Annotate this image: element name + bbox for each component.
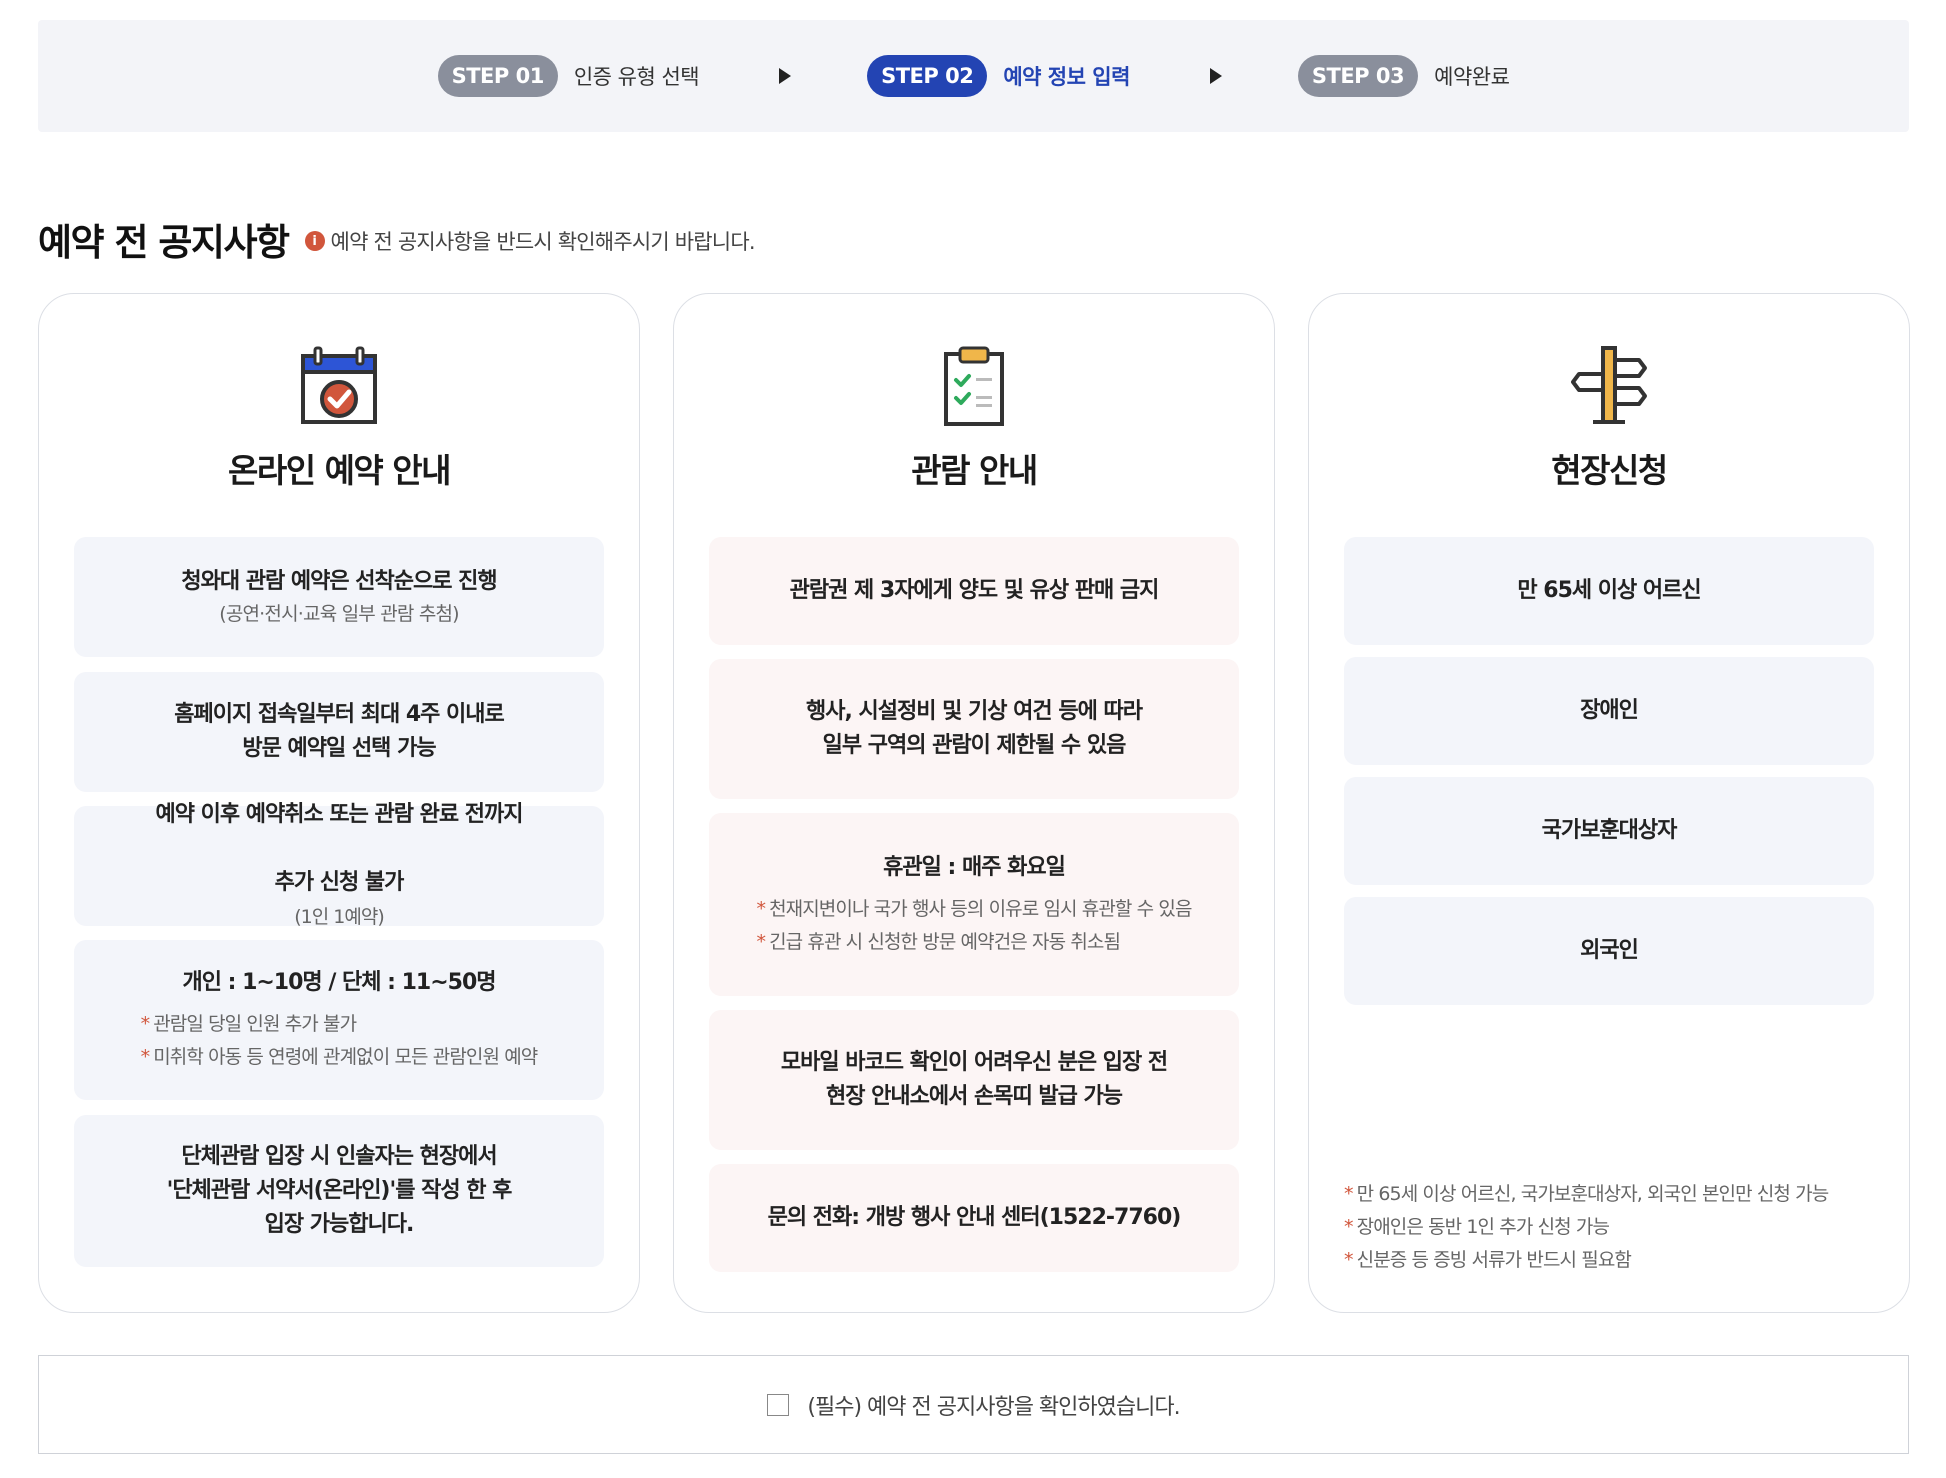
info-box-text: 휴관일 : 매주 화요일 <box>883 854 1066 880</box>
note-item: * 만 65세 이상 어르신, 국가보훈대상자, 외국인 본인만 신청 가능 <box>1344 1183 1829 1205</box>
info-box-text: 청와대 관람 예약은 선착순으로 진행 <box>181 569 497 594</box>
info-box-text: 외국인 <box>1580 938 1639 963</box>
info-box-text: 예약 이후 예약취소 또는 관람 완료 전까지 <box>155 802 523 827</box>
step-3-label: 예약완료 <box>1434 65 1510 89</box>
agree-label[interactable]: (필수) 예약 전 공지사항을 확인하였습니다. <box>807 1389 1180 1421</box>
info-box: 단체관람 입장 시 인솔자는 현장에서 '단체관람 서약서(온라인)'를 작성 … <box>74 1115 604 1267</box>
page-title: 예약 전 공지사항 <box>38 221 290 264</box>
calendar-check-icon <box>301 346 377 424</box>
note-item: * 천재지변이나 국가 행사 등의 이유로 임시 휴관할 수 있음 <box>756 897 1192 920</box>
info-box: 예약 이후 예약취소 또는 관람 완료 전까지 추가 신청 불가 (1인 1예약… <box>74 802 604 928</box>
info-box-subtext: (공연·전시·교육 일부 관람 추첨) <box>219 603 459 625</box>
card-title: 관람 안내 <box>911 451 1038 490</box>
signpost-icon <box>1571 346 1647 424</box>
note-item: * 관람일 당일 인원 추가 불가 <box>140 1013 357 1035</box>
agree-checkbox-row[interactable]: (필수) 예약 전 공지사항을 확인하였습니다. <box>38 1355 1909 1454</box>
step-1: STEP 01 인증 유형 선택 <box>437 55 700 97</box>
note-list: * 만 65세 이상 어르신, 국가보훈대상자, 외국인 본인만 신청 가능 * 장… <box>1344 1178 1829 1277</box>
step-2-label: 예약 정보 입력 <box>1003 65 1130 89</box>
title-note: 예약 전 공지사항을 반드시 확인해주시기 바랍니다. <box>330 230 756 254</box>
step-1-label: 인증 유형 선택 <box>573 65 700 89</box>
note-item: * 장애인은 동반 1인 추가 신청 가능 <box>1344 1216 1610 1238</box>
note-list: * 관람일 당일 인원 추가 불가 * 미취학 아동 등 연령에 관계없이 모든 관… <box>140 1008 539 1074</box>
step-2-badge: STEP 02 <box>867 55 988 97</box>
info-box: 문의 전화: 개방 행사 안내 센터(1522-7760) <box>709 1164 1239 1272</box>
info-box-text: 추가 신청 불가 <box>274 870 405 895</box>
info-box-text: 홈페이지 접속일부터 최대 4주 이내로 방문 예약일 선택 가능 <box>174 702 505 761</box>
notice-header: 예약 전 공지사항 i 예약 전 공지사항을 반드시 확인해주시기 바랍니다. <box>38 212 756 266</box>
info-box: 만 65세 이상 어르신 <box>1344 537 1874 645</box>
info-box-text: 개인 : 1~10명 / 단체 : 11~50명 <box>182 970 496 995</box>
info-box: 국가보훈대상자 <box>1344 777 1874 885</box>
note-list: * 천재지변이나 국가 행사 등의 이유로 임시 휴관할 수 있음 * 긴급 휴관 … <box>756 893 1192 959</box>
agree-checkbox[interactable] <box>767 1393 790 1416</box>
step-3-badge: STEP 03 <box>1297 55 1419 97</box>
note-item: * 긴급 휴관 시 신청한 방문 예약건은 자동 취소됨 <box>756 930 1121 953</box>
info-box-subtext: (1인 1예약) <box>294 906 384 928</box>
info-box: 장애인 <box>1344 657 1874 765</box>
card-title: 현장신청 <box>1551 451 1668 490</box>
info-box-text: 단체관람 입장 시 인솔자는 현장에서 '단체관람 서약서(온라인)'를 작성 … <box>166 1144 513 1237</box>
online-reservation-card: 온라인 예약 안내 청와대 관람 예약은 선착순으로 진행 (공연·전시·교육 … <box>38 293 640 1313</box>
step-2: STEP 02 예약 정보 입력 <box>867 55 1130 97</box>
info-box: 청와대 관람 예약은 선착순으로 진행 (공연·전시·교육 일부 관람 추첨) <box>74 537 604 657</box>
info-icon: i <box>304 231 325 251</box>
step-3: STEP 03 예약완료 <box>1297 55 1510 97</box>
step-arrow-icon <box>779 68 792 84</box>
info-box-text: 장애인 <box>1580 698 1639 723</box>
clipboard-checklist-icon <box>944 346 1004 426</box>
info-box: 홈페이지 접속일부터 최대 4주 이내로 방문 예약일 선택 가능 <box>74 672 604 792</box>
step-arrow-icon <box>1209 68 1222 84</box>
info-box-text: 행사, 시설정비 및 기상 여건 등에 따라 일부 구역의 관람이 제한될 수 … <box>806 699 1143 758</box>
info-box: 모바일 바코드 확인이 어려우신 분은 입장 전 현장 안내소에서 손목띠 발급… <box>709 1010 1239 1150</box>
info-box-text: 모바일 바코드 확인이 어려우신 분은 입장 전 현장 안내소에서 손목띠 발급… <box>780 1050 1168 1109</box>
info-box-text: 문의 전화: 개방 행사 안내 센터(1522-7760) <box>767 1205 1182 1230</box>
card-title: 온라인 예약 안내 <box>228 451 452 490</box>
note-item: * 미취학 아동 등 연령에 관계없이 모든 관람인원 예약 <box>140 1046 539 1068</box>
info-box: 휴관일 : 매주 화요일 * 천재지변이나 국가 행사 등의 이유로 임시 휴관할… <box>709 813 1239 996</box>
info-box: 관람권 제 3자에게 양도 및 유상 판매 금지 <box>709 537 1239 645</box>
info-box: 행사, 시설정비 및 기상 여건 등에 따라 일부 구역의 관람이 제한될 수 … <box>709 659 1239 799</box>
info-box-text: 만 65세 이상 어르신 <box>1517 578 1701 603</box>
step-indicator: STEP 01 인증 유형 선택 STEP 02 예약 정보 입력 STEP 0… <box>38 20 1909 132</box>
info-box-text: 관람권 제 3자에게 양도 및 유상 판매 금지 <box>789 578 1160 603</box>
step-1-badge: STEP 01 <box>437 55 558 97</box>
note-item: * 신분증 등 증빙 서류가 반드시 필요함 <box>1344 1249 1632 1271</box>
info-box: 개인 : 1~10명 / 단체 : 11~50명 * 관람일 당일 인원 추가 불… <box>74 940 604 1100</box>
info-box: 외국인 <box>1344 897 1874 1005</box>
onsite-application-card: 현장신청 만 65세 이상 어르신 장애인 국가보훈대상자 외국인 * 만 65세… <box>1308 293 1910 1313</box>
info-box-text: 국가보훈대상자 <box>1541 818 1678 843</box>
visit-guide-card: 관람 안내 관람권 제 3자에게 양도 및 유상 판매 금지 행사, 시설정비 … <box>673 293 1275 1313</box>
